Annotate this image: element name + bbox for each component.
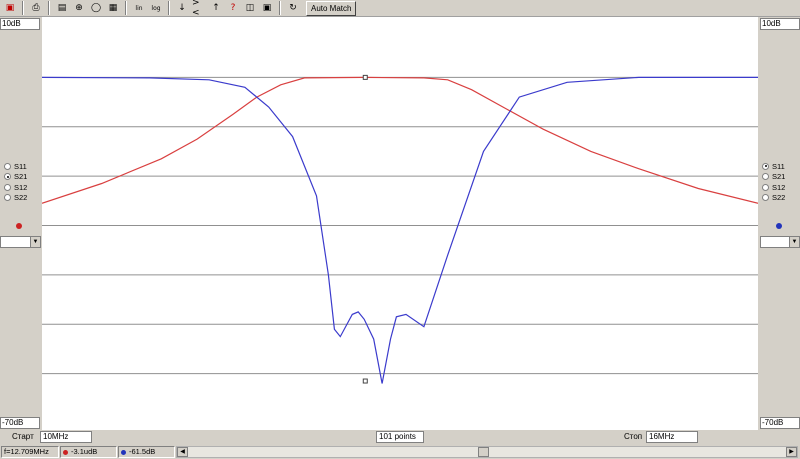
smith-chart-icon[interactable]: ⊕: [71, 1, 87, 16]
start-frequency-field[interactable]: 10MHz: [40, 431, 92, 443]
right-top-level-field[interactable]: 10dB: [760, 18, 800, 30]
right-radio-s11[interactable]: S11: [762, 161, 785, 172]
left-radio-s12[interactable]: S12: [4, 182, 27, 193]
blue-trace-line: [41, 76, 758, 384]
left-radio-s21[interactable]: S21: [4, 172, 27, 183]
blue-marker[interactable]: [362, 378, 368, 384]
red-trace-indicator-icon: [16, 223, 22, 229]
response-chart: [41, 74, 759, 384]
measure-icon[interactable]: ◫: [242, 1, 258, 16]
radio-label: S12: [772, 182, 786, 192]
right-radio-s12[interactable]: S12: [762, 182, 785, 193]
calibrate-icon[interactable]: ▣: [259, 1, 275, 16]
red-marker[interactable]: [362, 74, 368, 80]
right-panel: 10dB S11 S21 S12 S22 ▼ -70dB: [758, 17, 800, 430]
left-bottom-level-field[interactable]: -70dB: [0, 417, 40, 429]
radio-label: S22: [14, 193, 28, 203]
blue-marker-readout: -61.5dB: [118, 446, 175, 458]
marker-frequency-readout: f=12.709MHz: [1, 446, 59, 458]
blue-trace-indicator-icon: [776, 223, 782, 229]
radio-label: S11: [14, 161, 27, 171]
right-parameter-selector: S11 S21 S12 S22: [762, 161, 785, 203]
linear-scale-icon[interactable]: lin: [131, 1, 147, 16]
chart-icon[interactable]: ▤: [54, 1, 70, 16]
radio-button[interactable]: [762, 162, 769, 170]
left-top-level-field[interactable]: 10dB: [0, 18, 40, 30]
radio-button[interactable]: [762, 183, 769, 191]
print-icon[interactable]: ⎙: [28, 1, 44, 16]
toolbar: ▣ ⎙ ▤ ⊕ ◯ ▦ lin log ↓ >< ↑ ? ◫ ▣ ↻ Auto …: [0, 0, 800, 18]
left-radio-s22[interactable]: S22: [4, 193, 27, 204]
auto-match-button[interactable]: Auto Match: [306, 0, 357, 16]
left-trace-dropdown[interactable]: ▼: [0, 236, 41, 248]
left-parameter-selector: S11 S21 S12 S22: [4, 161, 27, 203]
marker-up-icon[interactable]: ↑: [208, 1, 224, 16]
radio-label: S22: [772, 193, 786, 203]
toolbar-separator: [168, 1, 170, 15]
points-field[interactable]: 101 points: [376, 431, 424, 443]
toolbar-separator: [48, 1, 50, 15]
zoom-in-icon[interactable]: ><: [191, 0, 207, 18]
radio-button[interactable]: [762, 194, 769, 202]
stop-frequency-field[interactable]: 16MHz: [646, 431, 698, 443]
chevron-down-icon[interactable]: ▼: [789, 237, 799, 247]
right-bottom-level-field[interactable]: -70dB: [760, 417, 800, 429]
scroll-right-icon[interactable]: ▶: [786, 447, 797, 457]
radio-label: S11: [772, 161, 785, 171]
radio-button[interactable]: [4, 194, 11, 202]
scroll-left-icon[interactable]: ◀: [177, 447, 188, 457]
toolbar-separator: [125, 1, 127, 15]
status-bar: f=12.709MHz -3.1udB -61.5dB ◀ ▶: [0, 445, 800, 459]
help-icon[interactable]: ?: [225, 1, 241, 16]
chevron-down-icon[interactable]: ▼: [30, 237, 40, 247]
blue-marker-value: -61.5dB: [129, 447, 156, 456]
red-trace-line: [41, 76, 759, 204]
radio-button[interactable]: [4, 183, 11, 191]
left-panel: 10dB S11 S21 S12 S22 ▼ -70dB: [0, 17, 42, 430]
plot-area[interactable]: [41, 17, 759, 430]
radio-button[interactable]: [762, 173, 769, 181]
start-label: Старт: [12, 432, 34, 441]
blue-marker-dot-icon: [121, 449, 126, 455]
red-marker-readout: -3.1udB: [60, 446, 117, 458]
scroll-thumb[interactable]: [478, 447, 489, 457]
refresh-icon[interactable]: ↻: [285, 1, 301, 16]
frequency-bar: Старт 10MHz 101 points Стоп 16MHz: [0, 430, 800, 444]
red-marker-value: -3.1udB: [71, 447, 98, 456]
right-radio-s22[interactable]: S22: [762, 193, 785, 204]
radio-label: S21: [772, 172, 786, 182]
log-scale-icon[interactable]: log: [148, 1, 164, 16]
red-marker-dot-icon: [63, 449, 68, 455]
stop-label: Стоп: [624, 432, 643, 441]
toolbar-separator: [22, 1, 24, 15]
radio-label: S21: [14, 172, 28, 182]
polar-chart-icon[interactable]: ◯: [88, 1, 104, 16]
right-trace-dropdown[interactable]: ▼: [760, 236, 800, 248]
toolbar-separator: [279, 1, 281, 15]
marker-down-icon[interactable]: ↓: [174, 1, 190, 16]
right-radio-s21[interactable]: S21: [762, 172, 785, 183]
radio-label: S12: [14, 182, 28, 192]
open-file-icon[interactable]: ▣: [2, 1, 18, 16]
radio-button[interactable]: [4, 173, 11, 181]
table-icon[interactable]: ▦: [105, 1, 121, 16]
frequency-scrollbar[interactable]: ◀ ▶: [176, 446, 798, 458]
radio-button[interactable]: [4, 162, 11, 170]
left-radio-s11[interactable]: S11: [4, 161, 27, 172]
marker-frequency-text: f=12.709MHz: [4, 447, 49, 456]
